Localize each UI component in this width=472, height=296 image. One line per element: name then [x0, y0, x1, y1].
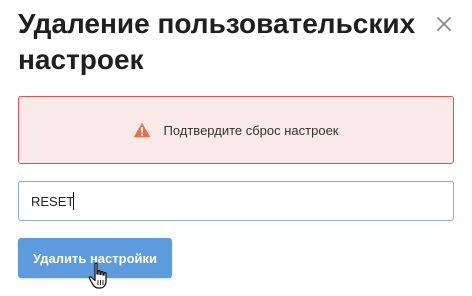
alert-text: Подтвердите сброс настроек [163, 122, 339, 138]
text-caret [73, 192, 74, 210]
confirm-reset-input[interactable] [18, 181, 454, 221]
reset-settings-dialog: Удаление пользовательских настроек Подтв… [0, 0, 472, 296]
close-icon [437, 17, 451, 31]
close-button[interactable] [432, 12, 456, 36]
warning-icon [133, 122, 151, 138]
hand-pointer-icon [88, 262, 107, 289]
dialog-title: Удаление пользовательских настроек [18, 8, 416, 75]
confirmation-alert: Подтвердите сброс настроек [18, 96, 454, 164]
